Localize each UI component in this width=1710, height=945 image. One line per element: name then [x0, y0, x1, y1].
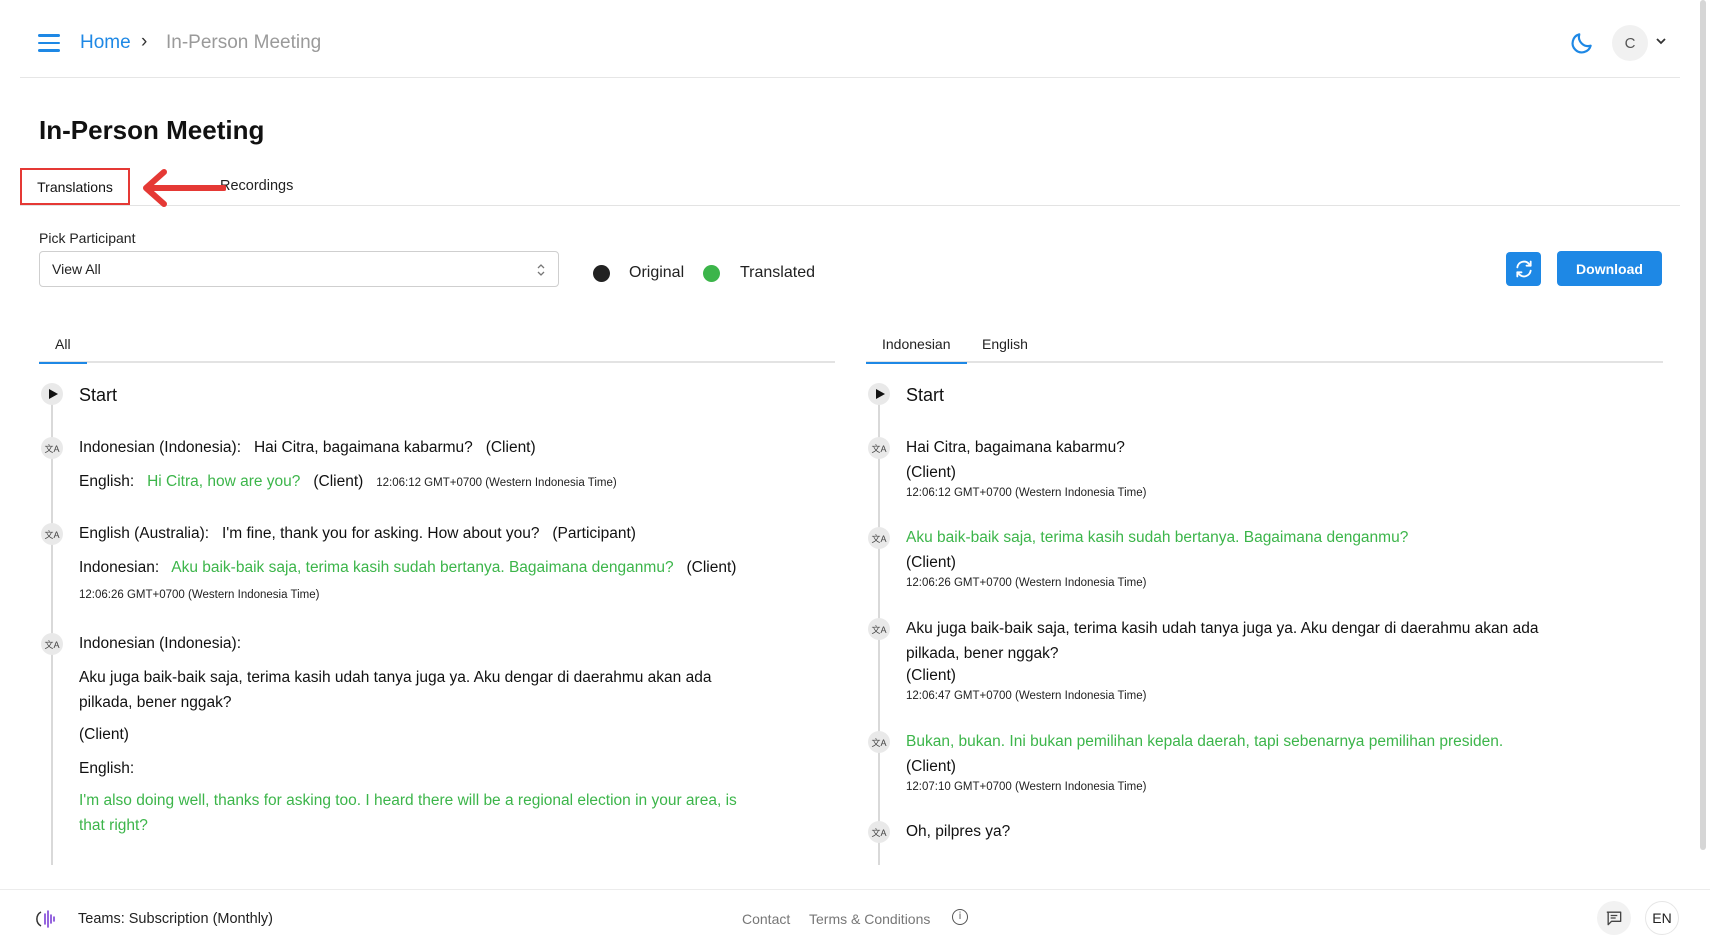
- speaker-tag: (Client): [313, 473, 364, 490]
- left-subtabs: All: [39, 330, 835, 364]
- source-language: Indonesian (Indonesia):: [79, 439, 242, 456]
- tab-translations[interactable]: Translations: [20, 168, 130, 205]
- translated-text: Aku baik-baik saja, terima kasih sudah b…: [171, 559, 674, 576]
- translated-text: I'm also doing well, thanks for asking t…: [79, 792, 737, 834]
- info-icon[interactable]: i: [952, 909, 968, 925]
- all-transcript-panel: All Start 文A Indonesian (Indonesia): Hai…: [39, 330, 835, 865]
- download-button[interactable]: Download: [1557, 251, 1662, 286]
- speaker-tag: (Participant): [552, 525, 636, 542]
- pick-participant-label: Pick Participant: [39, 230, 136, 246]
- target-language: English:: [79, 760, 135, 777]
- tab-all[interactable]: All: [39, 336, 87, 364]
- breadcrumb-separator-icon: ›: [141, 31, 148, 52]
- legend-original-label: Original: [629, 264, 685, 281]
- terms-link[interactable]: Terms & Conditions: [809, 911, 930, 927]
- timestamp: 12:06:12 GMT+0700 (Western Indonesia Tim…: [906, 487, 1147, 499]
- translated-text: Aku baik-baik saja, terima kasih sudah b…: [906, 529, 1409, 546]
- refresh-icon: [1515, 260, 1532, 278]
- timestamp: 12:06:47 GMT+0700 (Western Indonesia Tim…: [906, 690, 1147, 702]
- list-item: English: Hi Citra, how are you? (Client)…: [79, 469, 617, 496]
- tab-indonesian[interactable]: Indonesian: [866, 336, 967, 364]
- timeline-line: [51, 389, 53, 865]
- participant-select[interactable]: View All: [39, 251, 559, 287]
- translate-icon: 文A: [41, 437, 63, 459]
- translate-icon: 文A: [868, 437, 890, 459]
- original-text: Aku juga baik-baik saja, terima kasih ud…: [79, 669, 712, 711]
- language-transcript-panel: Indonesian English Start 文A Hai Citra, b…: [866, 330, 1663, 865]
- top-header: Home › In-Person Meeting C: [20, 0, 1680, 78]
- page-tabs: Translations Recordings: [20, 168, 1680, 206]
- chat-icon: [1606, 911, 1622, 926]
- source-language: Indonesian (Indonesia):: [79, 635, 242, 652]
- legend-original-dot: [593, 265, 610, 282]
- language-button[interactable]: EN: [1645, 901, 1679, 935]
- source-language: English (Australia):: [79, 525, 210, 542]
- select-arrows-icon: [537, 264, 545, 276]
- breadcrumb-home-link[interactable]: Home: [80, 32, 131, 54]
- timestamp: 12:07:10 GMT+0700 (Western Indonesia Tim…: [906, 781, 1147, 793]
- target-language: Indonesian:: [79, 559, 160, 576]
- subscription-plan: Teams: Subscription (Monthly): [78, 911, 274, 927]
- legend-translated-label: Translated: [740, 264, 815, 281]
- chevron-down-icon[interactable]: [1654, 34, 1668, 48]
- timestamp: 12:06:12 GMT+0700 (Western Indonesia Tim…: [376, 477, 617, 489]
- tab-english[interactable]: English: [966, 336, 1044, 362]
- original-text: Hai Citra, bagaimana kabarmu?: [253, 439, 473, 456]
- avatar[interactable]: C: [1612, 25, 1648, 61]
- translated-text: Hi Citra, how are you?: [147, 473, 301, 490]
- original-text: Hai Citra, bagaimana kabarmu?: [906, 439, 1125, 456]
- participant-select-value: View All: [52, 261, 101, 277]
- right-subtabs: Indonesian English: [866, 330, 1663, 364]
- legend-translated-dot: [703, 265, 720, 282]
- list-item: English (Australia): I'm fine, thank you…: [79, 521, 636, 546]
- timestamp: 12:06:26 GMT+0700 (Western Indonesia Tim…: [79, 589, 320, 601]
- scrollbar-thumb[interactable]: [1700, 0, 1706, 850]
- hamburger-menu-icon[interactable]: [38, 34, 60, 52]
- original-text: Oh, pilpres ya?: [906, 823, 1011, 840]
- timestamp: 12:06:26 GMT+0700 (Western Indonesia Tim…: [906, 577, 1147, 589]
- tab-recordings[interactable]: Recordings: [220, 178, 293, 194]
- play-icon[interactable]: [868, 383, 890, 405]
- app-logo-icon: [36, 910, 55, 928]
- speaker-tag: (Client): [79, 726, 129, 743]
- page-title: In-Person Meeting: [39, 115, 265, 145]
- red-arrow-annotation-icon: [143, 169, 226, 207]
- page-scrollbar[interactable]: [1698, 0, 1708, 860]
- speaker-tag: (Client): [485, 439, 536, 456]
- translate-icon: 文A: [868, 731, 890, 753]
- original-text: Aku juga baik-baik saja, terima kasih ud…: [906, 620, 1539, 662]
- translated-text: Bukan, bukan. Ini bukan pemilihan kepala…: [906, 733, 1504, 750]
- start-label: Start: [79, 385, 118, 405]
- list-item: Indonesian (Indonesia): Hai Citra, bagai…: [79, 435, 536, 460]
- translate-icon: 文A: [868, 527, 890, 549]
- translate-icon: 文A: [868, 821, 890, 843]
- original-text: I'm fine, thank you for asking. How abou…: [222, 525, 540, 542]
- start-label: Start: [906, 385, 945, 405]
- play-icon[interactable]: [41, 383, 63, 405]
- moon-icon[interactable]: [1569, 30, 1595, 56]
- speaker-tag: (Client): [686, 559, 737, 576]
- breadcrumb-current: In-Person Meeting: [166, 32, 322, 53]
- chat-button[interactable]: [1597, 901, 1631, 935]
- translate-icon: 文A: [41, 523, 63, 545]
- target-language: English:: [79, 473, 135, 490]
- contact-link[interactable]: Contact: [742, 911, 790, 927]
- translate-icon: 文A: [868, 618, 890, 640]
- list-item: Indonesian: Aku baik-baik saja, terima k…: [79, 555, 736, 580]
- translate-icon: 文A: [41, 633, 63, 655]
- refresh-button[interactable]: [1506, 252, 1541, 286]
- footer: Teams: Subscription (Monthly) Contact Te…: [0, 889, 1710, 945]
